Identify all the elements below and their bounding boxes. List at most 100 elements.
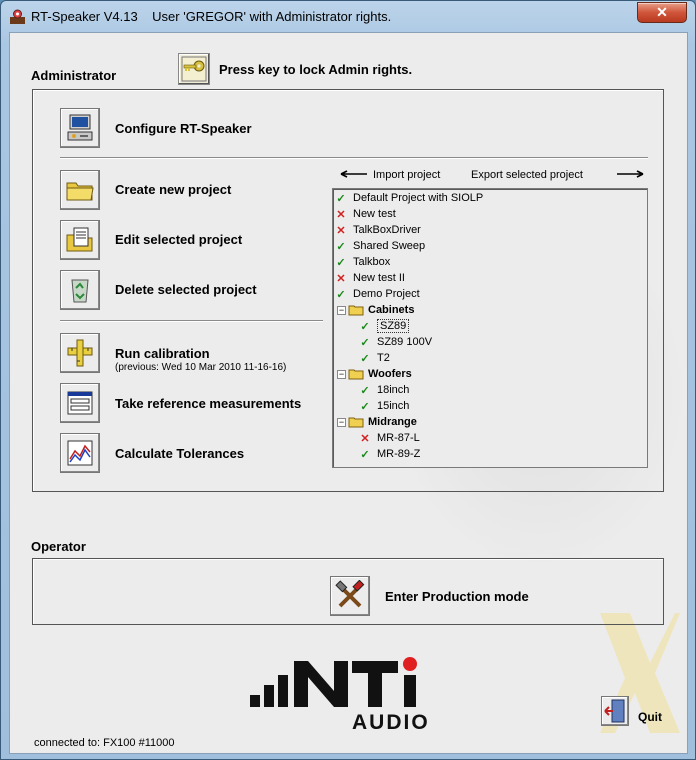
- reference-measurements-label: Take reference measurements: [115, 396, 302, 411]
- delete-project-label: Delete selected project: [115, 282, 257, 297]
- status-ok-icon: ✓: [360, 320, 370, 333]
- create-project-button[interactable]: [60, 170, 100, 210]
- nti-audio-logo: AUDIO: [250, 657, 428, 733]
- tree-item-label: New test: [353, 208, 396, 220]
- import-project-link[interactable]: Import project: [373, 169, 440, 181]
- status-ok-icon: ✓: [336, 240, 346, 253]
- tree-item-label: TalkBoxDriver: [353, 224, 421, 236]
- recycle-bin-icon: [71, 279, 89, 303]
- close-button[interactable]: ✕: [637, 2, 687, 23]
- production-mode-button[interactable]: [330, 576, 370, 616]
- status-ok-icon: ✓: [336, 288, 346, 301]
- app-icon: [10, 9, 25, 24]
- tree-group-midrange[interactable]: − Midrange: [337, 414, 417, 430]
- status-ok-icon: ✓: [360, 384, 370, 397]
- export-arrow-icon[interactable]: [615, 170, 645, 178]
- delete-project-button[interactable]: [60, 270, 100, 310]
- folder-icon: [348, 305, 364, 316]
- separator: [60, 157, 648, 159]
- administrator-section-label: Administrator: [31, 68, 117, 83]
- status-error-icon: ✕: [336, 272, 346, 285]
- run-calibration-label: Run calibration: [115, 346, 210, 361]
- separator: [60, 320, 323, 322]
- edit-project-label: Edit selected project: [115, 232, 243, 247]
- status-ok-icon: ✓: [336, 192, 346, 205]
- tree-item-label: New test II: [353, 272, 405, 284]
- tree-item-label: SZ89 100V: [377, 336, 433, 348]
- production-mode-label: Enter Production mode: [385, 589, 529, 604]
- tree-item[interactable]: ✓ Default Project with SIOLP: [335, 190, 483, 206]
- tree-item-label: Demo Project: [353, 288, 420, 300]
- import-arrow-icon[interactable]: [339, 170, 369, 178]
- configure-button[interactable]: [60, 108, 100, 148]
- calibration-previous-text: (previous: Wed 10 Mar 2010 11-16-16): [115, 362, 287, 373]
- status-error-icon: ✕: [336, 208, 346, 221]
- tree-item-label: 18inch: [377, 384, 410, 396]
- window-title: RT-Speaker V4.13 User 'GREGOR' with Admi…: [31, 9, 392, 24]
- tree-item[interactable]: ✓ Talkbox: [335, 254, 390, 270]
- tree-item[interactable]: ✕ TalkBoxDriver: [335, 222, 421, 238]
- status-ok-icon: ✓: [360, 336, 370, 349]
- status-ok-icon: ✓: [360, 352, 370, 365]
- tree-group-woofers[interactable]: − Woofers: [337, 366, 412, 382]
- tree-item[interactable]: ✓ Shared Sweep: [335, 238, 425, 254]
- lock-admin-key-button[interactable]: [178, 53, 210, 85]
- tree-item[interactable]: ✓ Demo Project: [335, 286, 420, 302]
- status-error-icon: ✕: [360, 432, 370, 445]
- tree-item[interactable]: ✕ New test II: [335, 270, 405, 286]
- exit-door-icon: [604, 699, 625, 723]
- calculate-tolerances-button[interactable]: [60, 433, 100, 473]
- edit-document-icon: [66, 227, 93, 252]
- status-ok-icon: ✓: [360, 400, 370, 413]
- tree-item-label: Shared Sweep: [353, 240, 426, 252]
- tree-item[interactable]: ✕ MR-87-L: [359, 430, 420, 446]
- quit-button[interactable]: [601, 696, 629, 726]
- tree-item-label: MR-89-Z: [377, 448, 421, 460]
- status-ok-icon: ✓: [360, 448, 370, 461]
- run-calibration-button[interactable]: [60, 333, 100, 373]
- tree-item-label: 15inch: [377, 400, 410, 412]
- configure-label: Configure RT-Speaker: [115, 121, 252, 136]
- ruler-icon: [67, 339, 93, 367]
- quit-label: Quit: [638, 710, 662, 724]
- collapse-icon[interactable]: −: [337, 369, 346, 379]
- tree-group-label: Woofers: [368, 368, 412, 380]
- tree-item[interactable]: ✓ 18inch: [359, 382, 409, 398]
- lock-admin-text: Press key to lock Admin rights.: [219, 62, 413, 77]
- tree-item[interactable]: ✓ T2: [359, 350, 389, 366]
- tree-item-label: Default Project with SIOLP: [353, 192, 484, 204]
- edit-project-button[interactable]: [60, 220, 100, 260]
- create-project-label: Create new project: [115, 182, 232, 197]
- tree-item[interactable]: ✓ MR-89-Z: [359, 446, 420, 462]
- folder-icon: [348, 417, 364, 428]
- tree-item-label: MR-87-L: [377, 432, 420, 444]
- connection-status: connected to: FX100 #11000: [34, 737, 175, 749]
- tree-group-cabinets[interactable]: − Cabinets: [337, 302, 414, 318]
- key-icon: [181, 56, 207, 82]
- project-tree[interactable]: ✓ Default Project with SIOLP ✕ New test …: [332, 188, 648, 468]
- tree-item[interactable]: ✓ SZ89 100V: [359, 334, 432, 350]
- folder-icon: [66, 182, 94, 201]
- administrator-panel: Configure RT-Speaker Create new project: [32, 89, 664, 492]
- tree-item-label: Talkbox: [353, 256, 391, 268]
- folder-icon: [348, 369, 364, 380]
- tree-item[interactable]: ✕ New test: [335, 206, 396, 222]
- operator-panel: Enter Production mode: [32, 558, 664, 625]
- computer-config-icon: [67, 114, 93, 141]
- operator-section-label: Operator: [31, 539, 86, 554]
- status-ok-icon: ✓: [336, 256, 346, 269]
- collapse-icon[interactable]: −: [337, 417, 346, 427]
- tree-group-label: Midrange: [368, 416, 417, 428]
- export-project-link[interactable]: Export selected project: [471, 169, 583, 181]
- application-window: RT-Speaker V4.13 User 'GREGOR' with Admi…: [0, 0, 696, 760]
- reference-measurements-button[interactable]: [60, 383, 100, 423]
- tree-item[interactable]: ✓ 15inch: [359, 398, 409, 414]
- tree-item[interactable]: ✓ SZ89: [359, 318, 410, 334]
- status-error-icon: ✕: [336, 224, 346, 237]
- collapse-icon[interactable]: −: [337, 305, 346, 315]
- tree-group-label: Cabinets: [368, 304, 415, 316]
- tree-item-label-selected: SZ89: [377, 319, 410, 333]
- window-measure-icon: [67, 391, 93, 415]
- graph-icon: [67, 440, 93, 466]
- calculate-tolerances-label: Calculate Tolerances: [115, 446, 245, 461]
